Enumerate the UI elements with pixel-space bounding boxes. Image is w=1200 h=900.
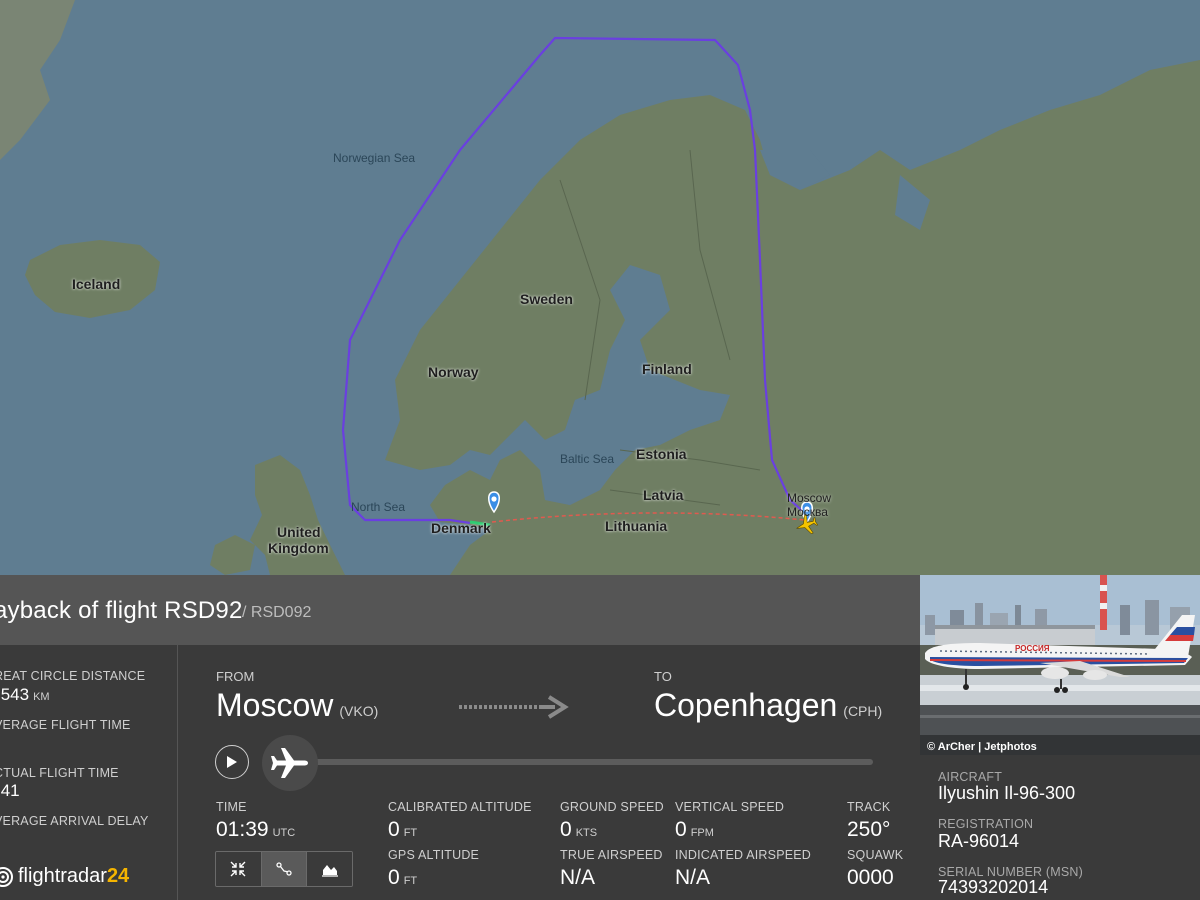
from-label: FROM bbox=[216, 669, 255, 684]
panel-header: ayback of flight RSD92 / RSD092 bbox=[0, 575, 920, 645]
map-label-lithuania: Lithuania bbox=[605, 518, 668, 534]
track-label: TRACK bbox=[847, 800, 891, 814]
photo-credit[interactable]: © ArCher | Jetphotos bbox=[927, 741, 1037, 753]
destination-airport[interactable]: Copenhagen (CPH) bbox=[654, 687, 882, 724]
play-icon bbox=[227, 756, 237, 768]
aircraft-photo-image: РОССИЯ bbox=[920, 575, 1200, 755]
squawk-label: SQUAWK bbox=[847, 848, 904, 862]
gps-altitude-label: GPS ALTITUDE bbox=[388, 848, 480, 862]
map-canvas bbox=[0, 0, 1200, 575]
map-label-denmark: Denmark bbox=[431, 520, 491, 536]
map-label-finland: Finland bbox=[642, 361, 692, 377]
squawk-value: 0000 bbox=[847, 866, 894, 889]
track-value: 250° bbox=[847, 818, 891, 841]
column-divider bbox=[177, 668, 178, 893]
fit-view-button[interactable] bbox=[216, 852, 262, 886]
map-label-moscow: Moscow bbox=[787, 491, 832, 505]
route-arrow-icon bbox=[459, 695, 569, 719]
to-label: TO bbox=[654, 669, 672, 684]
route-view-button[interactable] bbox=[261, 852, 308, 886]
registration-label: REGISTRATION bbox=[938, 817, 1034, 831]
aircraft-label: AIRCRAFT bbox=[938, 770, 1003, 784]
gps-altitude-value: 0 FT bbox=[388, 866, 418, 889]
aircraft-info-panel: РОССИЯ © ArCher | Jetphotos AIRCRAFT Ily… bbox=[920, 575, 1200, 900]
play-button[interactable] bbox=[215, 745, 249, 779]
ground-speed-value: 0 KTS bbox=[560, 818, 598, 841]
map-label-latvia: Latvia bbox=[643, 487, 684, 503]
flight-map[interactable]: Iceland Norway Sweden Finland Estonia La… bbox=[0, 0, 1200, 575]
map-label-moskva: Москва bbox=[787, 505, 828, 519]
true-airspeed-value: N/A bbox=[560, 866, 596, 889]
logo-number: 24 bbox=[106, 865, 130, 887]
map-label-north-sea: North Sea bbox=[351, 500, 406, 514]
map-label-sweden: Sweden bbox=[520, 291, 573, 307]
flightradar24-logo[interactable]: flightradar 24 bbox=[0, 865, 129, 888]
aircraft-photo[interactable]: РОССИЯ © ArCher | Jetphotos bbox=[920, 575, 1200, 755]
origin-airport[interactable]: Moscow (VKO) bbox=[216, 687, 378, 724]
actual-flight-time-value: :41 bbox=[0, 781, 20, 800]
calibrated-altitude-value: 0 FT bbox=[388, 818, 418, 841]
true-airspeed-label: TRUE AIRSPEED bbox=[560, 848, 663, 862]
radar-logo-icon bbox=[0, 866, 13, 887]
map-label-norway: Norway bbox=[428, 364, 479, 380]
serial-number-value: 74393202014 bbox=[938, 877, 1049, 897]
airplane-icon bbox=[271, 748, 308, 778]
great-circle-distance-label: REAT CIRCLE DISTANCE bbox=[0, 669, 146, 683]
logo-text: flightradar bbox=[18, 865, 107, 887]
aircraft-type-value[interactable]: Ilyushin Il-96-300 bbox=[938, 783, 1075, 804]
vertical-speed-value: 0 FPM bbox=[675, 818, 714, 841]
great-circle-distance-value: ,543KM bbox=[0, 685, 50, 704]
actual-flight-time-label: CTUAL FLIGHT TIME bbox=[0, 766, 119, 780]
registration-value[interactable]: RA-96014 bbox=[938, 831, 1019, 852]
map-label-united: United bbox=[277, 524, 321, 540]
indicated-airspeed-value: N/A bbox=[675, 866, 711, 889]
time-value: 01:39 UTC bbox=[216, 818, 296, 841]
map-label-baltic-sea: Baltic Sea bbox=[560, 452, 615, 466]
view-mode-buttons bbox=[215, 851, 353, 887]
livery-text: РОССИЯ bbox=[1015, 644, 1050, 653]
chart-area-icon bbox=[321, 865, 338, 877]
average-flight-time-label: VERAGE FLIGHT TIME bbox=[0, 718, 131, 732]
collapse-arrows-icon bbox=[230, 861, 246, 877]
flight-code-subtitle: / RSD092 bbox=[242, 604, 312, 621]
playback-title: ayback of flight RSD92 bbox=[0, 597, 243, 624]
map-label-iceland: Iceland bbox=[72, 276, 121, 292]
calibrated-altitude-label: CALIBRATED ALTITUDE bbox=[388, 800, 532, 814]
average-arrival-delay-label: VERAGE ARRIVAL DELAY bbox=[0, 814, 149, 828]
map-label-estonia: Estonia bbox=[636, 446, 687, 462]
indicated-airspeed-label: INDICATED AIRSPEED bbox=[675, 848, 812, 862]
map-label-kingdom: Kingdom bbox=[268, 540, 329, 556]
graph-view-button[interactable] bbox=[307, 852, 352, 886]
ground-speed-label: GROUND SPEED bbox=[560, 800, 664, 814]
map-label-norwegian-sea: Norwegian Sea bbox=[333, 151, 416, 165]
route-icon bbox=[276, 862, 292, 876]
vertical-speed-label: VERTICAL SPEED bbox=[675, 800, 785, 814]
playback-timeline[interactable] bbox=[315, 759, 873, 765]
time-label: TIME bbox=[216, 800, 247, 814]
timeline-scrubber[interactable] bbox=[262, 735, 318, 791]
